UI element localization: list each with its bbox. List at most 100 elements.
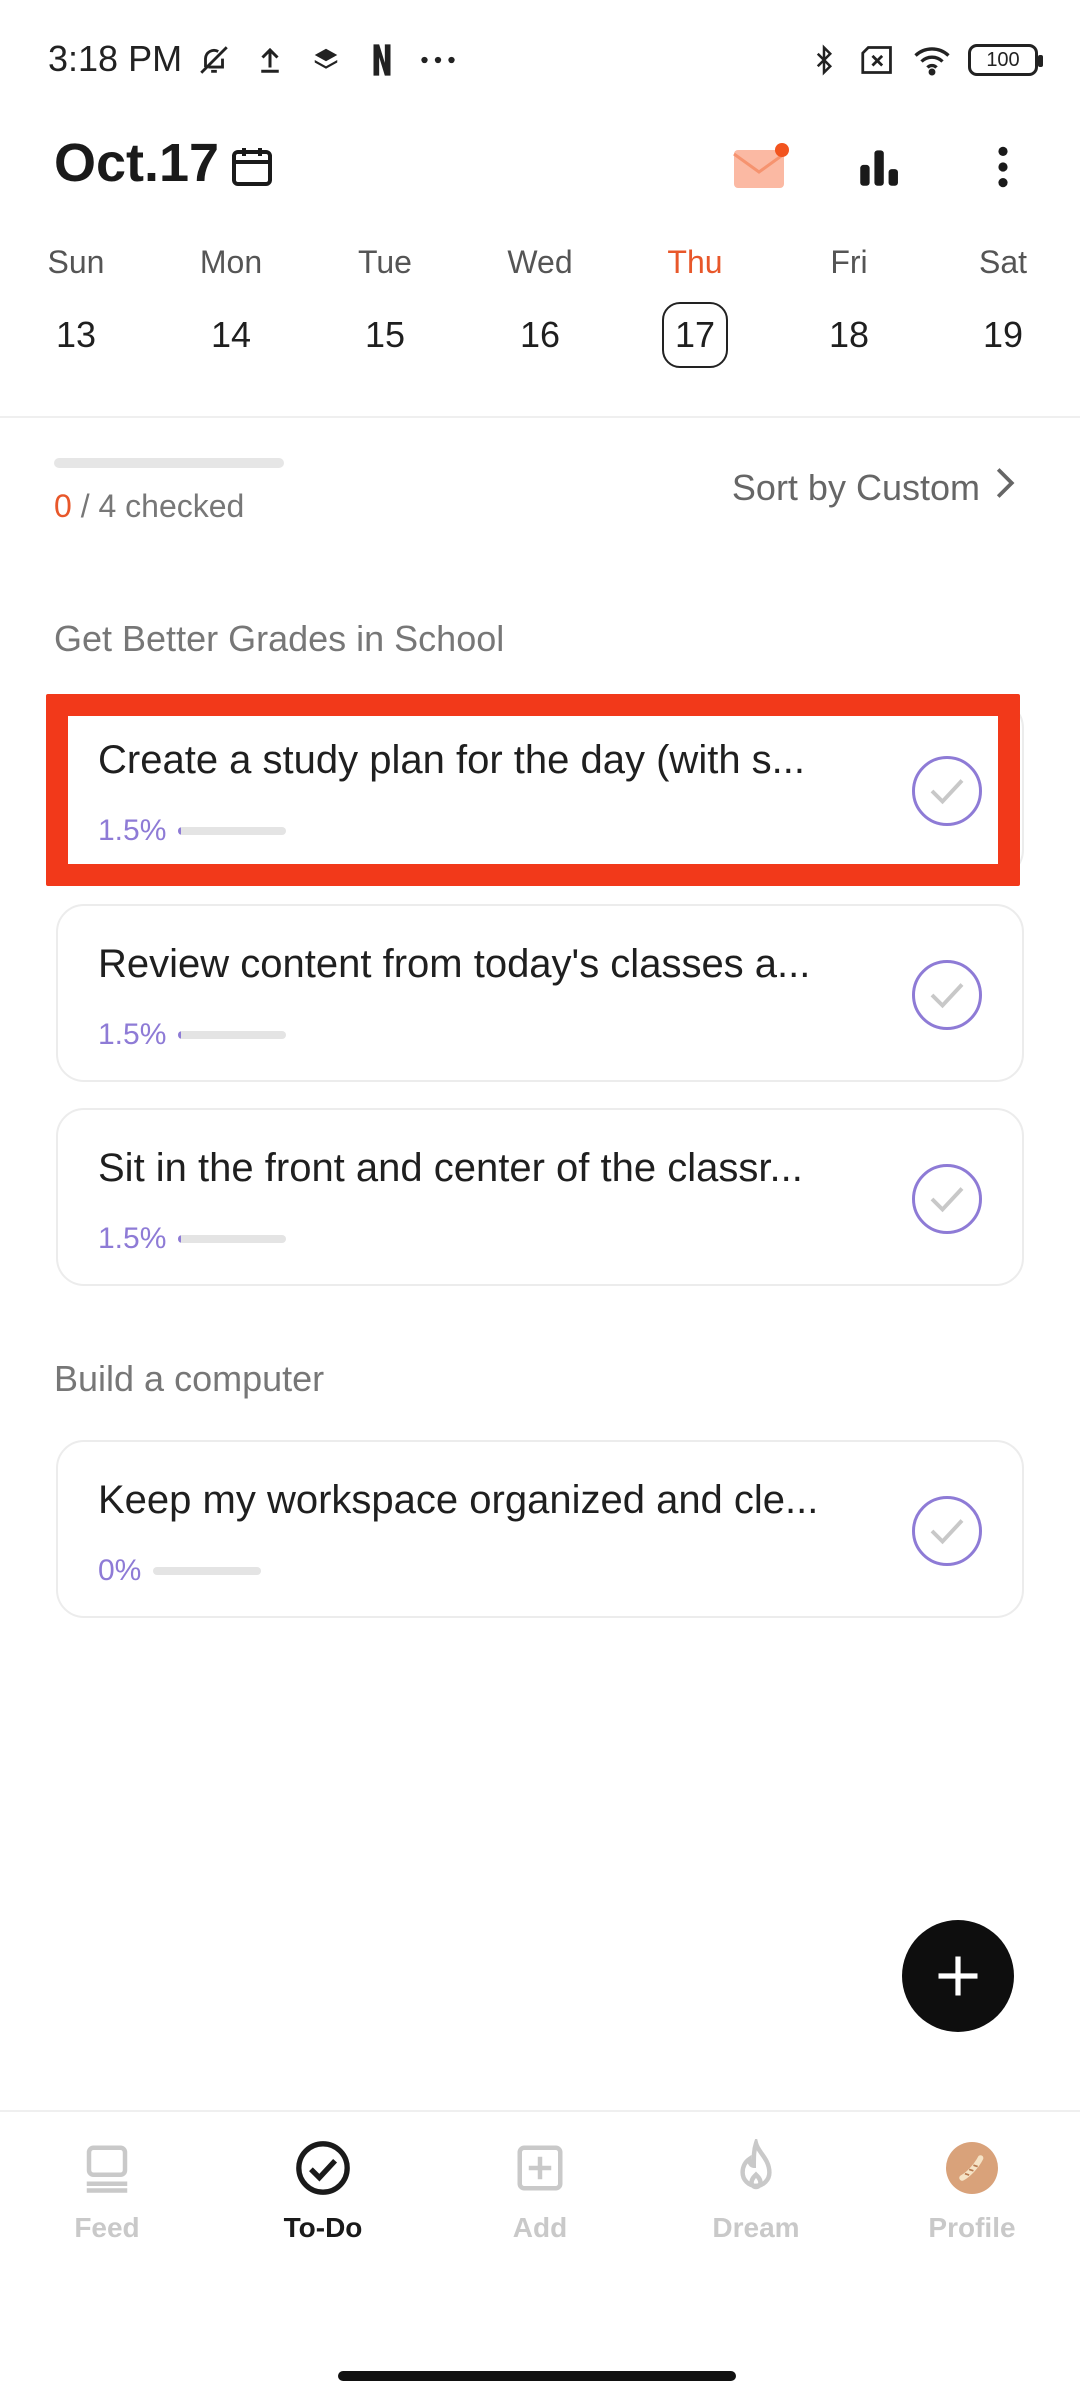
sort-button[interactable]: Sort by Custom xyxy=(732,466,1016,509)
checkmark-icon xyxy=(930,1187,964,1213)
nav-label: Dream xyxy=(712,2212,800,2243)
bluetooth-icon xyxy=(806,42,842,78)
task-title: Review content from today's classes a... xyxy=(98,942,811,986)
nav-add[interactable]: Add xyxy=(450,2138,630,2244)
task-progress: 1.5% xyxy=(98,1222,287,1256)
day-name: Sat xyxy=(978,244,1028,280)
day-sat[interactable]: Sat 19 xyxy=(953,240,1053,368)
task-progress: 1.5% xyxy=(98,814,287,848)
nav-label: To-Do xyxy=(283,2212,363,2243)
task-progress-fill xyxy=(178,1235,182,1243)
goal-title: Build a computer xyxy=(54,1358,325,1399)
checkmark-icon xyxy=(930,779,964,805)
day-name: Fri xyxy=(830,244,868,280)
day-number: 19 xyxy=(982,314,1024,355)
home-indicator[interactable] xyxy=(338,2371,736,2381)
week-strip: Sun 13 Mon 14 Tue 15 Wed 16 Thu 17 Fri 1… xyxy=(0,240,1080,380)
status-right-icons: 100 xyxy=(806,38,1043,82)
avatar xyxy=(946,2142,998,2194)
day-number-selected: 17 xyxy=(662,302,728,368)
day-tue[interactable]: Tue 15 xyxy=(335,240,435,368)
task-card[interactable]: Review content from today's classes a...… xyxy=(56,904,1024,1082)
no-sim-icon xyxy=(860,42,896,78)
sort-label: Sort by Custom xyxy=(731,466,980,508)
netflix-icon xyxy=(364,42,400,78)
date-title[interactable]: Oct.17 xyxy=(54,132,219,194)
task-title: Sit in the front and center of the class… xyxy=(98,1146,803,1190)
day-name: Tue xyxy=(358,244,412,280)
day-number: 16 xyxy=(519,314,561,355)
day-name: Sun xyxy=(47,244,105,280)
task-card[interactable]: Sit in the front and center of the class… xyxy=(56,1108,1024,1286)
task-percent: 1.5% xyxy=(98,1222,167,1255)
summary-progress-bar xyxy=(54,458,284,468)
avatar-image xyxy=(959,2155,984,2181)
day-name: Wed xyxy=(507,244,573,280)
nav-profile[interactable]: Profile xyxy=(882,2138,1062,2244)
day-mon[interactable]: Mon 14 xyxy=(181,240,281,368)
add-task-fab[interactable] xyxy=(902,1920,1014,2032)
task-progress-fill xyxy=(178,827,182,835)
status-time: 3:18 PM xyxy=(48,38,183,79)
check-circle-icon xyxy=(293,2138,353,2198)
day-thu[interactable]: Thu 17 xyxy=(645,240,745,368)
task-progress-track xyxy=(178,827,287,835)
task-progress-track xyxy=(178,1031,287,1039)
add-square-icon xyxy=(510,2138,570,2198)
day-sun[interactable]: Sun 13 xyxy=(26,240,126,368)
task-title: Keep my workspace organized and cle... xyxy=(98,1478,819,1522)
nav-label: Feed xyxy=(74,2212,140,2243)
checked-total: / 4 checked xyxy=(71,488,245,524)
nav-label: Profile xyxy=(928,2212,1016,2243)
bell-off-icon xyxy=(196,42,232,78)
check-button[interactable] xyxy=(912,960,982,1030)
task-progress-fill xyxy=(178,1031,182,1039)
check-button[interactable] xyxy=(912,1496,982,1566)
day-number: 13 xyxy=(55,314,97,355)
more-options-icon[interactable] xyxy=(978,142,1028,192)
checked-count: 0 xyxy=(54,488,72,524)
bottom-nav: Feed To-Do Add Dream Profile xyxy=(0,2110,1080,2310)
checkmark-icon xyxy=(930,1519,964,1545)
day-number: 15 xyxy=(364,314,406,355)
nav-dream[interactable]: Dream xyxy=(666,2138,846,2244)
battery-indicator: 100 xyxy=(968,44,1043,76)
day-name: Thu xyxy=(667,244,723,280)
stats-icon[interactable] xyxy=(854,142,904,192)
mail-icon[interactable] xyxy=(732,140,790,192)
check-button[interactable] xyxy=(912,1164,982,1234)
nav-todo[interactable]: To-Do xyxy=(233,2138,413,2244)
calendar-icon[interactable] xyxy=(228,142,276,190)
nav-feed[interactable]: Feed xyxy=(17,2138,197,2244)
chevron-right-icon xyxy=(994,466,1016,509)
upload-icon xyxy=(252,42,288,78)
task-percent: 0% xyxy=(98,1554,142,1587)
day-number: 14 xyxy=(210,314,252,355)
checked-summary: 0 / 4 checked xyxy=(54,488,244,525)
task-percent: 1.5% xyxy=(98,1018,167,1051)
task-progress-track xyxy=(178,1235,287,1243)
checkmark-icon xyxy=(930,983,964,1009)
status-bar: 3:18 PM 100 xyxy=(0,0,1080,120)
task-percent: 1.5% xyxy=(98,814,167,847)
task-progress: 0% xyxy=(98,1554,262,1588)
header: Oct.17 xyxy=(0,120,1080,230)
flame-icon xyxy=(726,2138,786,2198)
task-card[interactable]: Keep my workspace organized and cle... 0… xyxy=(56,1440,1024,1618)
day-fri[interactable]: Fri 18 xyxy=(799,240,899,368)
status-left-icons xyxy=(196,38,456,82)
day-wed[interactable]: Wed 16 xyxy=(490,240,590,368)
feed-icon xyxy=(77,2138,137,2198)
task-progress-track xyxy=(153,1567,262,1575)
goal-title: Get Better Grades in School xyxy=(54,618,505,659)
task-card[interactable]: Create a study plan for the day (with s.… xyxy=(56,700,1024,878)
day-name: Mon xyxy=(199,244,263,280)
nav-label: Add xyxy=(512,2212,568,2243)
day-number: 18 xyxy=(828,314,870,355)
check-button[interactable] xyxy=(912,756,982,826)
task-progress: 1.5% xyxy=(98,1018,287,1052)
wifi-icon xyxy=(914,42,950,78)
more-dots-icon xyxy=(420,42,456,78)
layers-icon xyxy=(308,42,344,78)
header-divider xyxy=(0,416,1080,418)
